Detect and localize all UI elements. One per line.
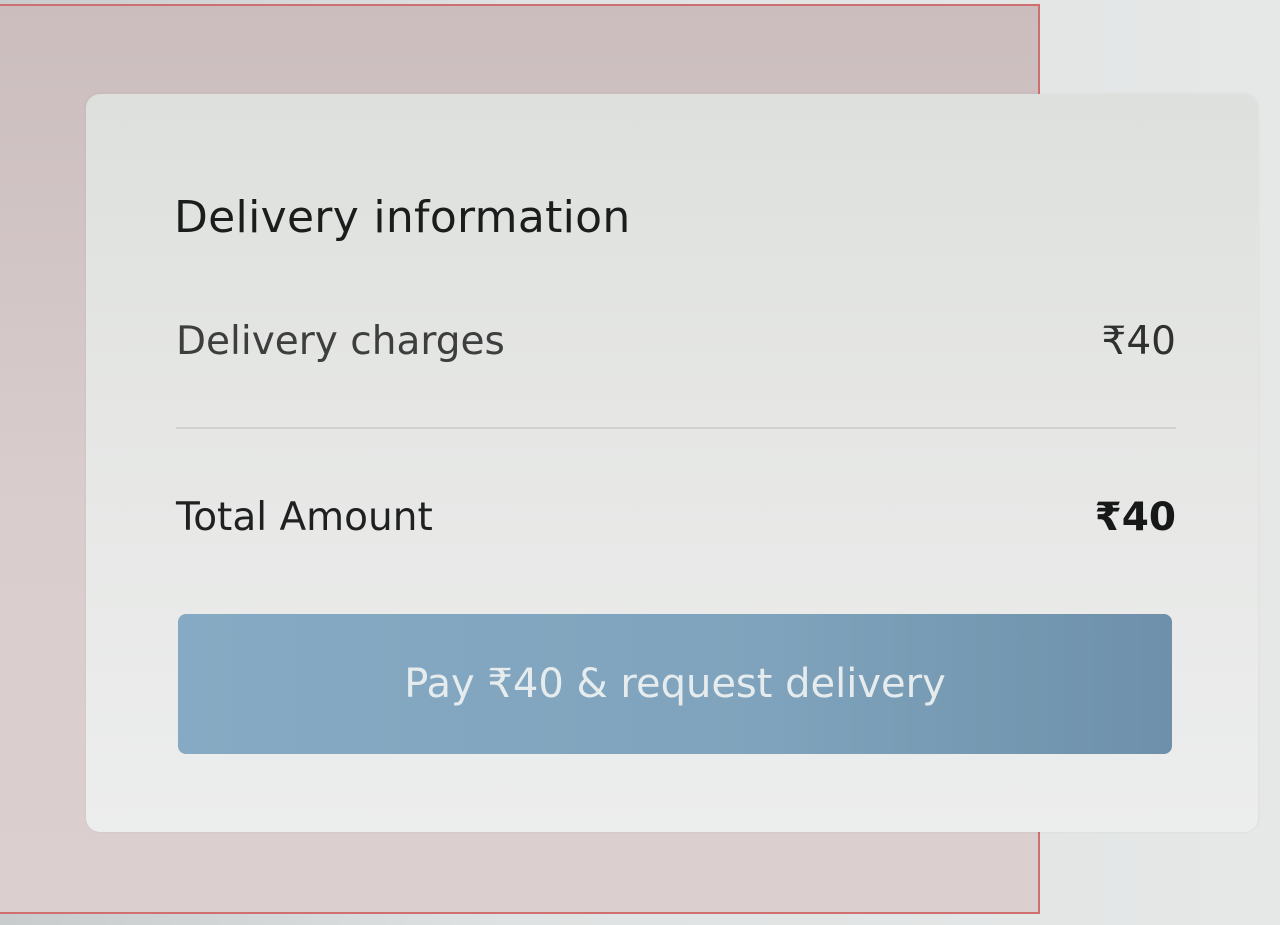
total-amount-row: Total Amount ₹40 (176, 492, 1176, 542)
delivery-charges-row: Delivery charges ₹40 (176, 316, 1176, 366)
divider (176, 427, 1176, 429)
total-amount-value: ₹40 (1094, 494, 1176, 540)
pay-request-delivery-button[interactable]: Pay ₹40 & request delivery (178, 614, 1172, 754)
delivery-info-card: Delivery information Delivery charges ₹4… (86, 94, 1258, 832)
total-amount-label: Total Amount (176, 494, 433, 540)
card-title: Delivery information (174, 192, 631, 243)
delivery-charges-value: ₹40 (1101, 318, 1176, 364)
delivery-charges-label: Delivery charges (176, 318, 505, 364)
